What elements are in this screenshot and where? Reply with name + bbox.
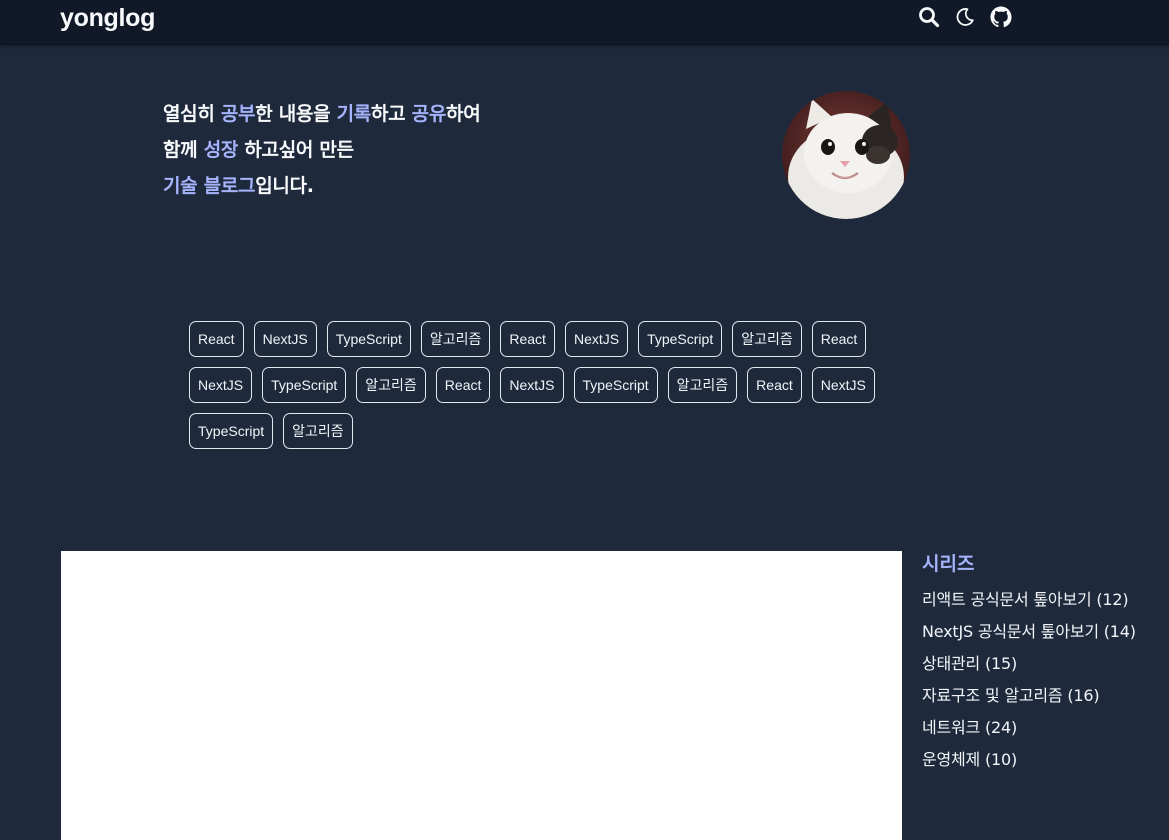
intro-text: 열심히 공부한 내용을 기록하고 공유하여 함께 성장 하고싶어 만든 기술 블… [163,96,481,204]
tag-chip[interactable]: NextJS [564,321,629,357]
series-sidebar: 시리즈 리액트 공식문서 톺아보기 (12) NextJS 공식문서 톺아보기 (… [922,550,1136,776]
tag-chip[interactable]: React [435,367,491,403]
series-item[interactable]: 네트워크 (24) [922,712,1136,744]
tag-chip[interactable]: NextJS [253,321,317,357]
tag-chip[interactable]: NextJS [500,367,564,403]
intro-highlight: 기술 블로그 [163,175,256,197]
search-icon[interactable] [918,6,940,28]
tag-chip[interactable]: TypeScript [573,367,658,403]
tag-chip[interactable]: React [747,367,802,403]
intro-highlight: 공부 [220,103,256,125]
header-actions [918,6,1012,28]
tag-chip[interactable]: TypeScript [262,367,347,403]
series-list: 리액트 공식문서 톺아보기 (12) NextJS 공식문서 톺아보기 (14) 상… [922,584,1136,776]
tag-chip[interactable]: 알고리즘 [356,367,426,403]
tag-chip[interactable]: TypeScript [326,321,411,357]
series-item[interactable]: 리액트 공식문서 톺아보기 (12) [922,584,1136,616]
intro-highlight: 성장 [203,139,239,161]
intro-line-1: 열심히 공부한 내용을 기록하고 공유하여 [163,96,481,132]
tag-chip[interactable]: React [500,321,555,357]
intro-highlight: 공유 [411,103,447,125]
series-item[interactable]: NextJS 공식문서 톺아보기 (14) [922,616,1136,648]
intro-highlight: 기록 [336,103,372,125]
tag-chip[interactable]: React [189,321,244,357]
series-item[interactable]: 운영체제 (10) [922,744,1136,776]
series-title: 시리즈 [922,553,975,575]
tag-chip[interactable]: NextJS [811,367,875,403]
site-logo[interactable]: yonglog [60,4,155,33]
post-content-panel [61,551,902,840]
tag-chip[interactable]: TypeScript [189,413,274,449]
intro-text-segment: 하고싶어 만든 [238,139,354,161]
intro-text-segment: 입니다. [255,175,314,197]
intro-text-segment: 한 내용을 [255,103,337,125]
intro-text-segment: 함께 [163,139,204,161]
tag-chip[interactable]: 알고리즘 [420,321,491,357]
github-icon[interactable] [990,6,1012,28]
tag-chip[interactable]: 알고리즘 [732,321,802,357]
tag-chip[interactable]: NextJS [189,367,253,403]
intro-text-segment: 하고 [370,103,412,125]
series-item[interactable]: 자료구조 및 알고리즘 (16) [922,680,1136,712]
intro-line-2: 함께 성장 하고싶어 만든 [163,132,480,168]
tag-chip[interactable]: 알고리즘 [667,367,738,403]
series-item[interactable]: 상태관리 (15) [922,648,1136,680]
tag-chip[interactable]: 알고리즘 [283,413,353,449]
tag-list: React NextJS TypeScript 알고리즘 React NextJS Type… [189,321,879,449]
top-navbar: yonglog [0,0,1169,45]
intro-line-3: 기술 블로그입니다. [163,168,480,204]
profile-avatar [782,91,910,219]
intro-text-segment: 열심히 [163,103,221,125]
tag-chip[interactable]: TypeScript [638,321,723,357]
moon-icon[interactable] [954,6,976,28]
tag-chip[interactable]: React [811,321,867,357]
intro-text-segment: 하여 [446,103,481,125]
